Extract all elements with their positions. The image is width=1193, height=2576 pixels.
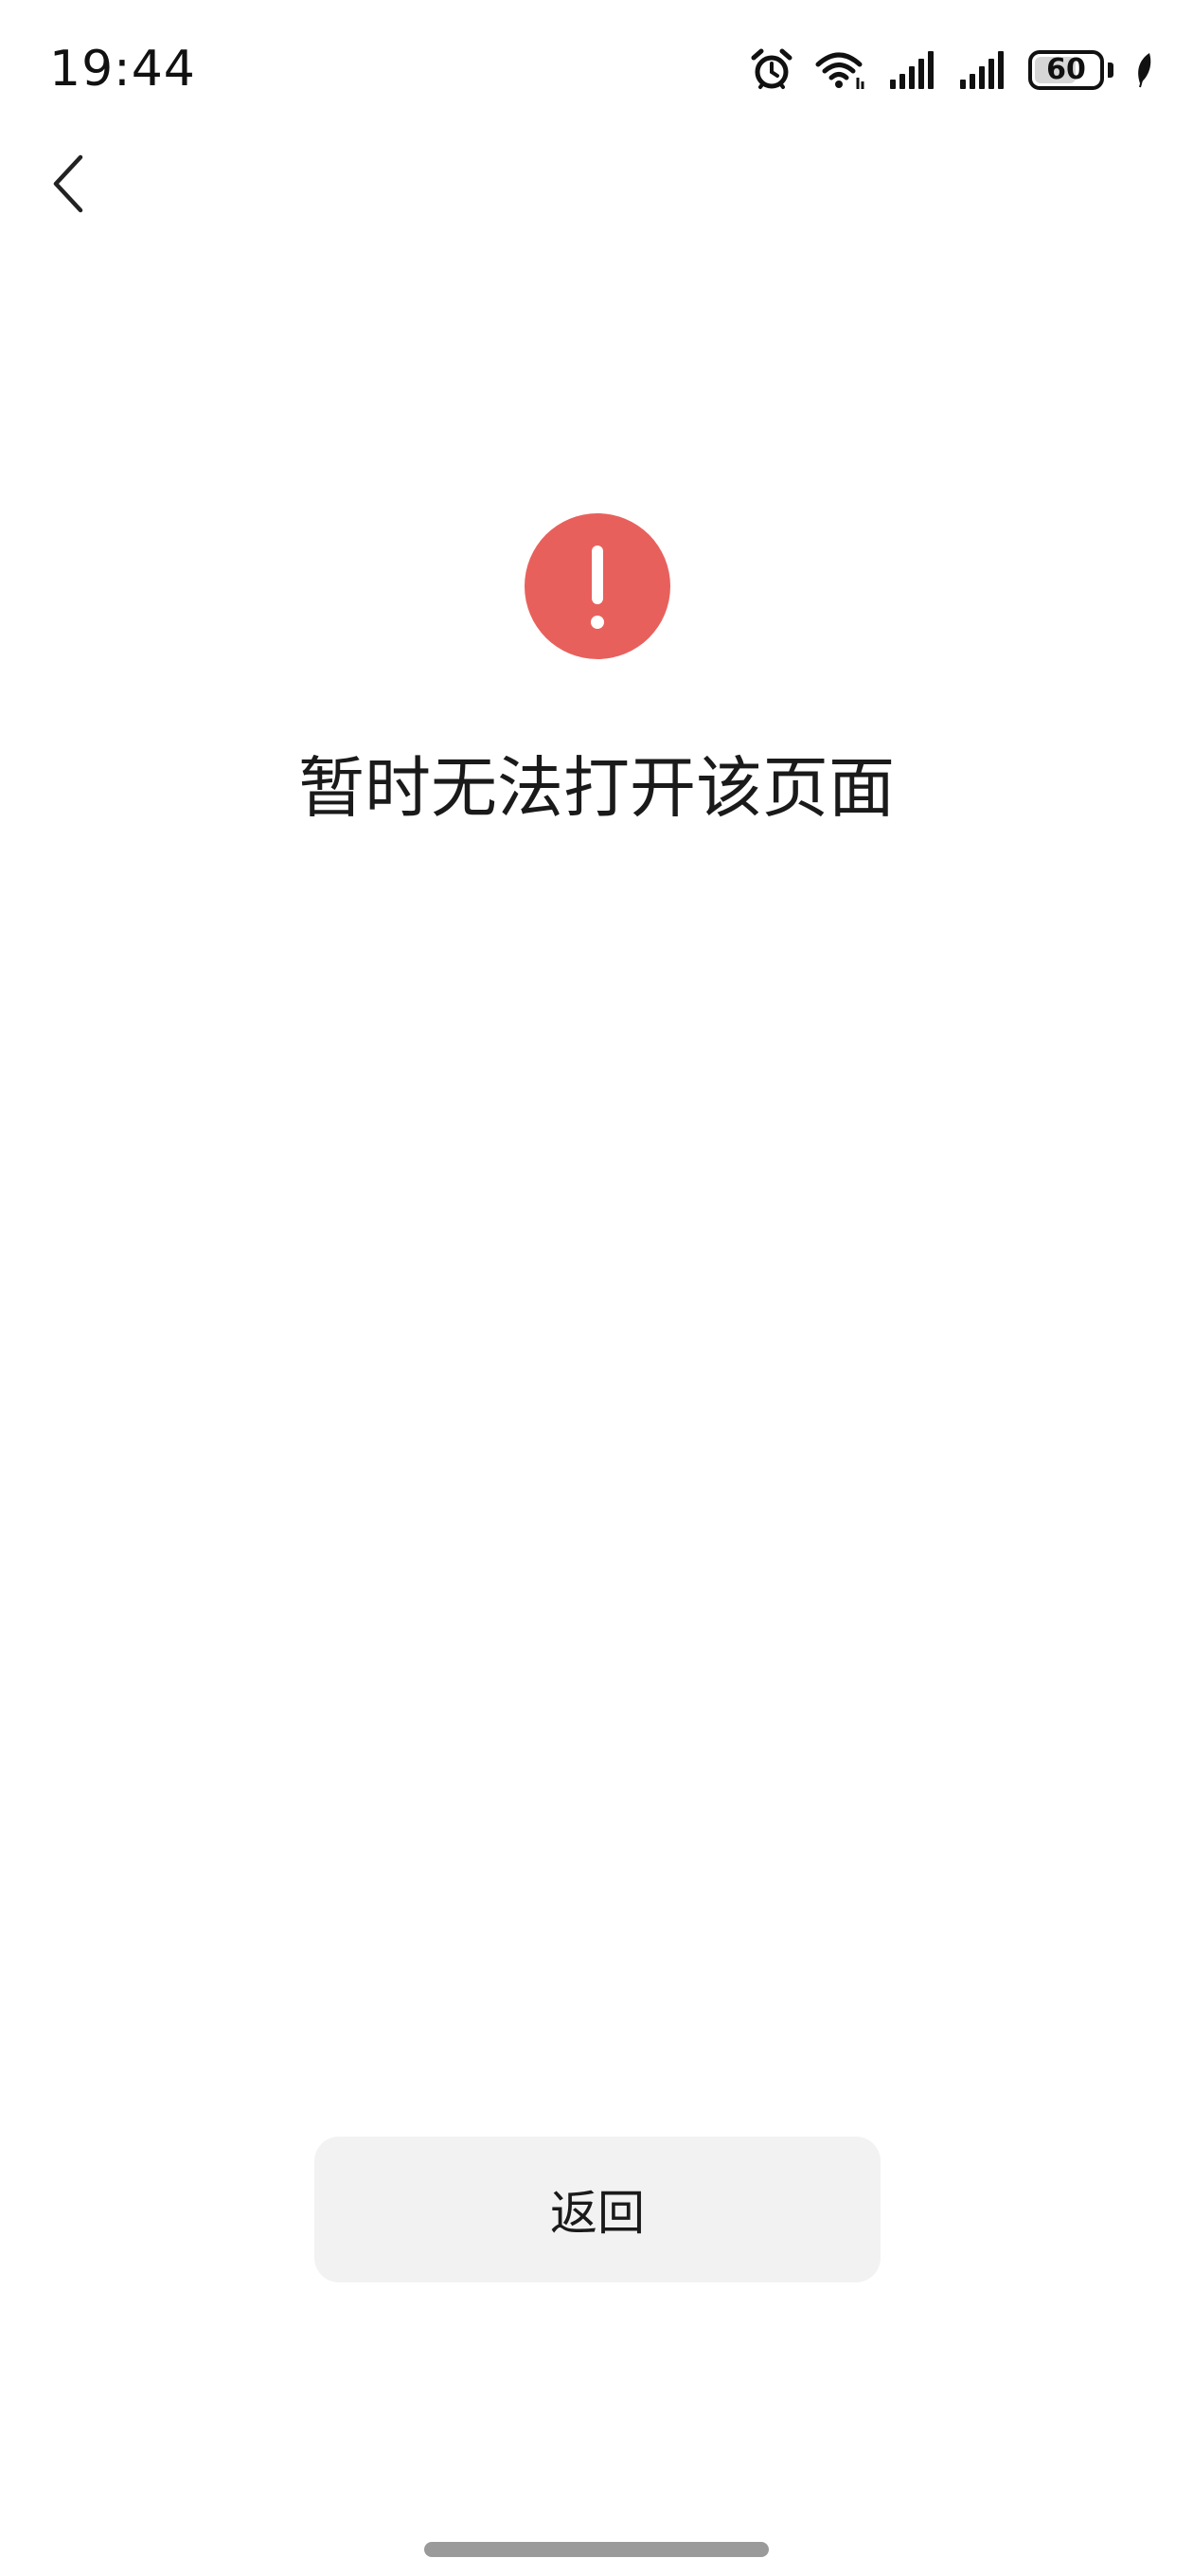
signal-icon (888, 51, 937, 89)
battery-cap (1108, 63, 1113, 78)
return-button[interactable]: 返回 (314, 2137, 881, 2282)
status-icons: 60 (750, 45, 1153, 95)
battery-level: 60 (1046, 53, 1086, 86)
status-time: 19:44 (49, 41, 196, 98)
leaf-icon (1134, 51, 1153, 89)
battery-icon: 60 (1028, 50, 1104, 90)
status-bar: 19:44 60 (0, 0, 1193, 142)
wifi-icon (814, 49, 867, 91)
signal-icon (958, 51, 1007, 89)
back-button[interactable] (28, 140, 108, 231)
alarm-icon (750, 48, 793, 92)
error-message: 暂时无法打开该页面 (298, 749, 895, 827)
chevron-left-icon (49, 153, 87, 218)
home-indicator[interactable] (424, 2542, 769, 2557)
exclamation-circle-icon (525, 513, 670, 659)
